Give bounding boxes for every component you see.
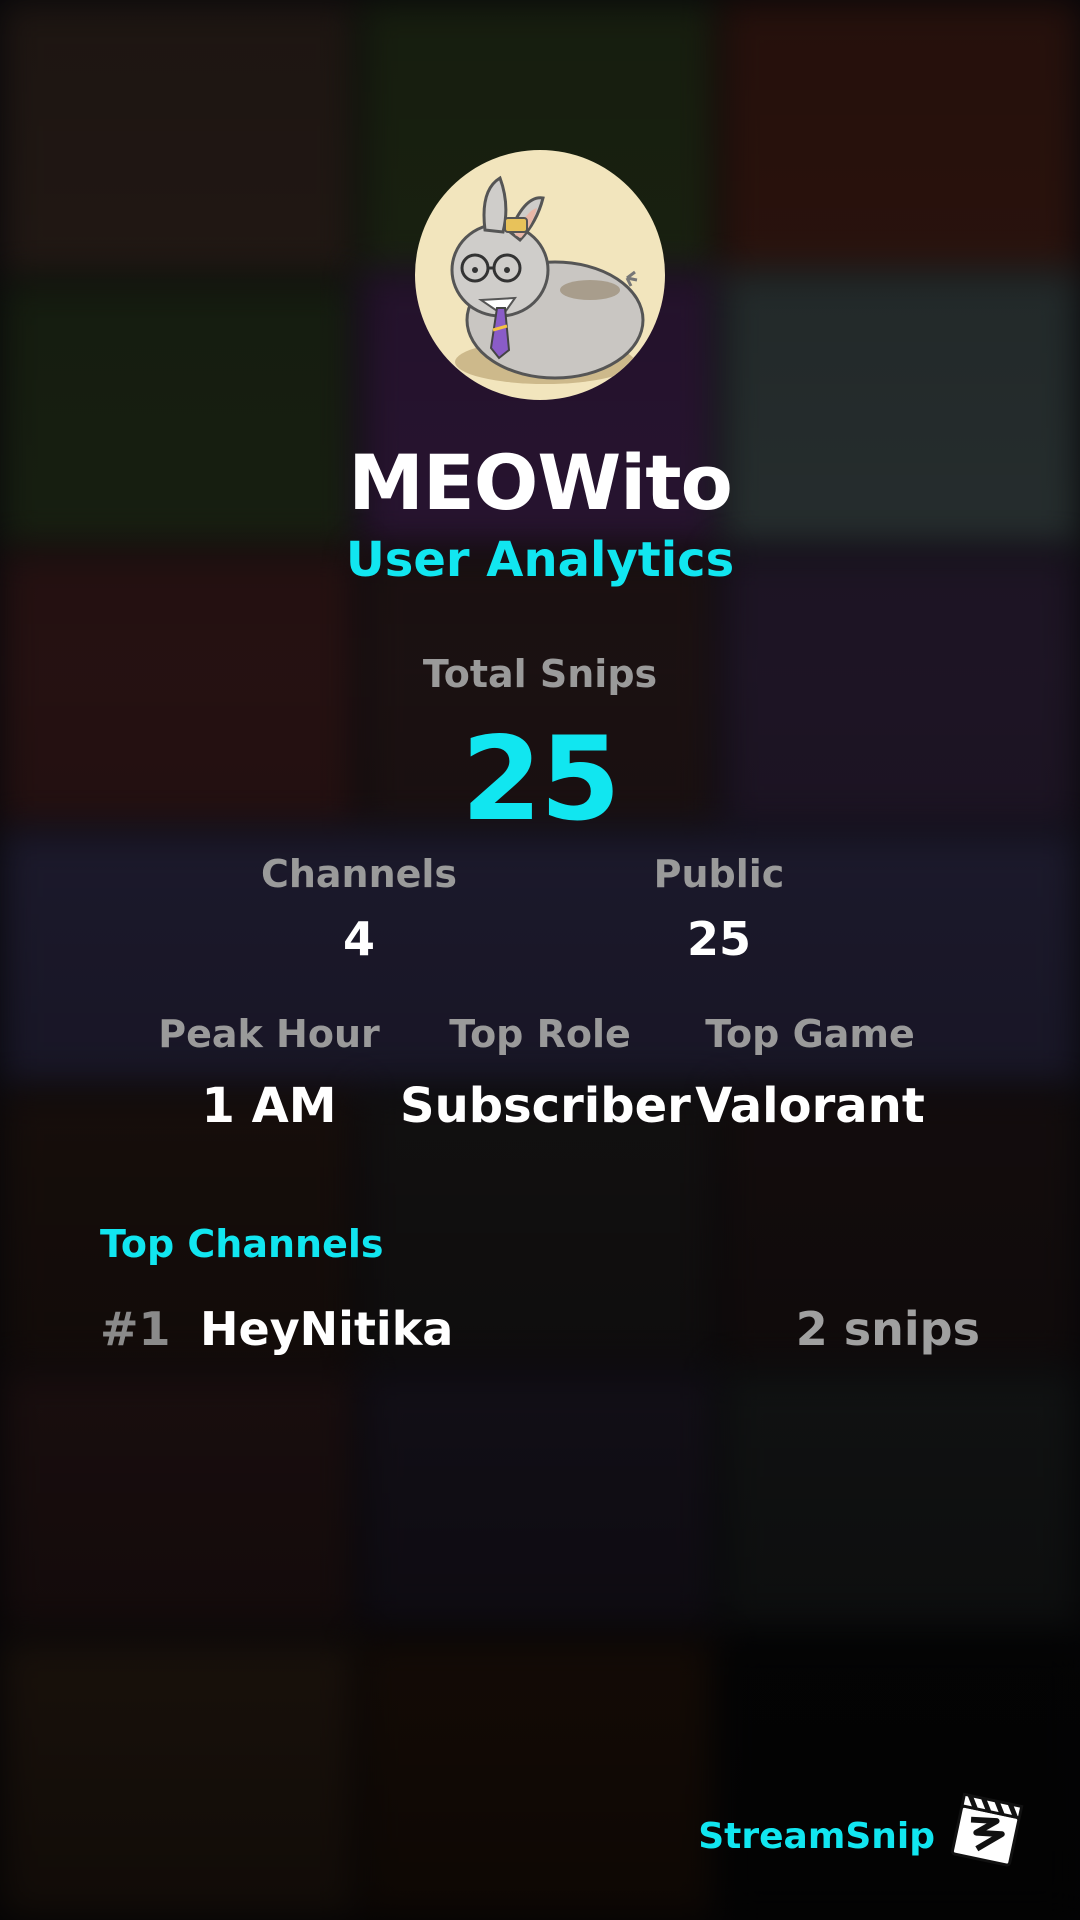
avatar xyxy=(415,150,665,400)
stat-top-game: Top Game Valorant xyxy=(680,1012,940,1134)
channel-name[interactable]: HeyNitika xyxy=(200,1302,453,1356)
top-channels-title: Top Channels xyxy=(100,1222,384,1266)
stat-value: 4 xyxy=(342,912,375,966)
brand-name: StreamSnip xyxy=(698,1816,935,1857)
clapperboard-logo-icon xyxy=(950,1792,1024,1867)
rabbit-avatar-icon xyxy=(450,175,645,384)
stat-value: Valorant xyxy=(695,1078,925,1134)
stat-label: Top Role xyxy=(449,1012,631,1056)
page-subtitle: User Analytics xyxy=(345,532,735,588)
stat-label: Channels xyxy=(260,852,458,896)
list-item[interactable]: #1 HeyNitika 2 snips xyxy=(100,1302,980,1362)
stat-value: 25 xyxy=(686,912,751,966)
channel-snip-count: 2 snips xyxy=(795,1302,980,1356)
total-snips-label: Total Snips xyxy=(422,652,658,696)
channel-rank: #1 xyxy=(100,1302,171,1356)
username: MEOWito xyxy=(348,438,733,527)
stat-top-role: Top Role Subscriber xyxy=(400,1012,691,1134)
stat-label: Peak Hour xyxy=(158,1012,380,1056)
stat-label: Top Game xyxy=(705,1012,915,1056)
stat-value: 1 AM xyxy=(201,1078,337,1134)
stat-peak-hour: Peak Hour 1 AM xyxy=(144,1012,394,1134)
total-snips-value: 25 xyxy=(461,712,620,847)
stat-value: Subscriber xyxy=(400,1078,691,1134)
analytics-card: MEOWito User Analytics Total Snips 25 Ch… xyxy=(0,0,1080,1920)
stat-channels: Channels 4 xyxy=(214,852,504,966)
stat-public: Public 25 xyxy=(574,852,864,966)
stat-label: Public xyxy=(653,852,785,896)
